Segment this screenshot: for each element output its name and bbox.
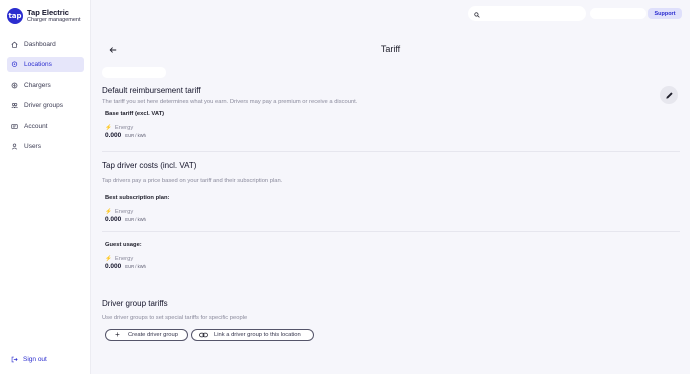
default-tariff-heading: Default reimbursement tariff (102, 86, 201, 95)
search-input[interactable] (468, 6, 586, 21)
charger-icon (10, 81, 18, 89)
energy-label-text: Energy (114, 125, 134, 131)
bolt-icon: ⚡ (105, 256, 112, 262)
brand-subtitle: Charger management (27, 16, 81, 23)
sidebar-nav: Dashboard Locations Chargers Driver grou… (7, 37, 84, 159)
bolt-icon: ⚡ (105, 209, 112, 215)
support-button[interactable]: Support (648, 8, 682, 19)
sign-out-icon (10, 355, 18, 363)
energy-label-text: Energy (114, 256, 134, 262)
users-group-icon (10, 102, 18, 110)
sign-out-label: Sign out (23, 355, 47, 363)
energy-label-text: Energy (114, 209, 134, 215)
brand-name: Tap Electric (27, 8, 69, 17)
price-value: 0.000 (105, 263, 122, 270)
default-tariff-description: The tariff you set here determines what … (102, 99, 358, 105)
energy-label: ⚡ Energy (105, 125, 133, 131)
best-plan-price: 0.000 EUR / kWh (105, 216, 146, 223)
price-unit: EUR / kWh (125, 133, 146, 138)
edit-tariff-button[interactable] (660, 86, 678, 104)
driver-group-tariffs-description: Use driver groups to set special tariffs… (102, 315, 248, 321)
sidebar-item-label: Driver groups (24, 102, 64, 110)
create-driver-group-label: Create driver group (128, 332, 178, 338)
energy-label: ⚡ Energy (105, 209, 133, 215)
link-driver-group-label: Link a driver group to this location (214, 332, 301, 338)
pencil-icon (665, 91, 673, 99)
tap-logo: tap (7, 8, 23, 24)
account-card-icon (10, 122, 18, 130)
price-unit: EUR / kWh (125, 264, 146, 269)
driver-costs-description: Tap drivers pay a price based on your ta… (102, 178, 283, 184)
price-unit: EUR / kWh (125, 217, 146, 222)
energy-label: ⚡ Energy (105, 256, 133, 262)
location-name-placeholder (102, 67, 166, 78)
sidebar-item-label: Account (24, 122, 48, 130)
sidebar-item-locations[interactable]: Locations (7, 57, 84, 73)
divider (102, 151, 680, 152)
sidebar: tap Tap Electric Charger management Dash… (0, 0, 91, 374)
sidebar-item-label: Chargers (24, 81, 51, 89)
link-driver-group-button[interactable]: Link a driver group to this location (191, 329, 314, 341)
sidebar-item-label: Users (24, 142, 41, 150)
search-icon (474, 5, 480, 23)
plus-icon: + (115, 330, 120, 339)
page-title: Tariff (380, 44, 401, 54)
bolt-icon: ⚡ (105, 125, 112, 131)
sidebar-item-chargers[interactable]: Chargers (7, 78, 84, 93)
link-icon (199, 331, 208, 340)
price-value: 0.000 (105, 216, 122, 223)
guest-usage-price: 0.000 EUR / kWh (105, 263, 146, 270)
sidebar-item-label: Locations (24, 61, 52, 69)
base-tariff-label: Base tariff (excl. VAT) (105, 111, 165, 117)
create-driver-group-button[interactable]: + Create driver group (105, 329, 188, 341)
brand[interactable]: tap Tap Electric Charger management (7, 8, 81, 24)
sidebar-item-driver-groups[interactable]: Driver groups (7, 98, 84, 113)
divider (102, 231, 680, 232)
sign-out-button[interactable]: Sign out (10, 355, 47, 363)
price-value: 0.000 (105, 132, 122, 139)
base-tariff-price: 0.000 EUR / kWh (105, 132, 146, 139)
user-icon (10, 142, 18, 150)
driver-group-tariffs-heading: Driver group tariffs (102, 299, 168, 308)
guest-usage-label: Guest usage: (105, 242, 142, 248)
best-plan-label: Best subscription plan: (105, 195, 170, 201)
driver-costs-heading: Tap driver costs (incl. VAT) (102, 161, 197, 170)
location-pin-icon (10, 61, 18, 69)
sidebar-item-account[interactable]: Account (7, 119, 84, 134)
sidebar-item-users[interactable]: Users (7, 139, 84, 154)
account-menu[interactable] (590, 8, 646, 19)
